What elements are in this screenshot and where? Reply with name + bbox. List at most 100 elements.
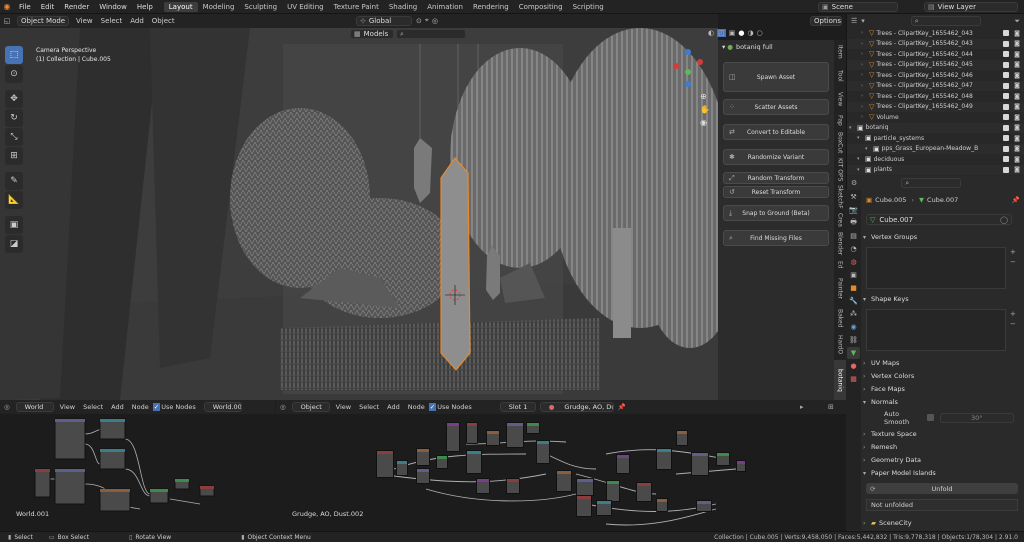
- constraints-tab-icon[interactable]: ⛓: [847, 334, 860, 346]
- tool-tab-icon[interactable]: ⚒: [847, 191, 860, 203]
- options-dropdown[interactable]: Options: [810, 16, 842, 26]
- shader-node[interactable]: [616, 454, 630, 474]
- shader-node[interactable]: [376, 450, 394, 478]
- exclude-checkbox[interactable]: [1003, 103, 1009, 110]
- outliner-row[interactable]: › ▽ Trees - ClipartKey_1655462_049 ◙: [847, 101, 1024, 112]
- slot-dropdown[interactable]: Slot 1: [499, 402, 536, 412]
- properties-search[interactable]: ⌕: [901, 178, 962, 188]
- render-tab-icon[interactable]: 📷: [847, 204, 860, 216]
- use-nodes-checkbox[interactable]: ✓: [428, 403, 437, 411]
- properties-editor-icon[interactable]: ⚙: [851, 179, 857, 187]
- scene-tab-icon[interactable]: ◔: [847, 243, 860, 255]
- expand-arrow-icon[interactable]: ›: [861, 83, 869, 89]
- render-visibility-icon[interactable]: ◙: [1014, 135, 1020, 142]
- shape-keys-list[interactable]: [866, 309, 1006, 351]
- world-node-editor[interactable]: ◎ World View Select Add Node ✓ Use Nodes…: [0, 400, 275, 531]
- exclude-checkbox[interactable]: [1003, 135, 1009, 142]
- vp-menu-view[interactable]: View: [72, 17, 97, 25]
- modifier-tab-icon[interactable]: 🔧: [847, 295, 860, 307]
- view-options-icon[interactable]: ⊞: [828, 403, 834, 411]
- shader-node[interactable]: [506, 478, 520, 494]
- exclude-checkbox[interactable]: [1003, 124, 1009, 131]
- material-datablock-field[interactable]: ● Grudge, AO, Dust.002: [539, 402, 614, 412]
- shader-node[interactable]: [691, 452, 709, 476]
- visibility-icon[interactable]: ◐: [708, 29, 714, 37]
- exclude-checkbox[interactable]: [1003, 30, 1009, 37]
- face-maps-header[interactable]: › Face Maps: [863, 383, 1022, 395]
- shader-node[interactable]: [416, 468, 430, 484]
- tab-sketchfab[interactable]: SketchF: [834, 184, 846, 210]
- outliner-row[interactable]: › ▽ Volume ◙: [847, 112, 1024, 123]
- shader-node[interactable]: [596, 500, 612, 516]
- tab-uv-editing[interactable]: UV Editing: [282, 2, 329, 12]
- material-tab-icon[interactable]: ●: [847, 360, 860, 372]
- scenecity-header[interactable]: › ▰ SceneCity: [863, 517, 1022, 529]
- tab-rendering[interactable]: Rendering: [468, 2, 514, 12]
- shader-node[interactable]: [606, 480, 620, 502]
- tab-texture-paint[interactable]: Texture Paint: [329, 2, 384, 12]
- display-mode-icon[interactable]: ▾: [861, 17, 865, 25]
- find-missing-button[interactable]: ⌕ Find Missing Files: [723, 230, 829, 246]
- shader-node[interactable]: [716, 452, 730, 466]
- transform-tool-icon[interactable]: ⊞: [5, 147, 23, 165]
- zoom-icon[interactable]: ⊕: [700, 92, 710, 101]
- shader-node[interactable]: [576, 495, 592, 517]
- exclude-checkbox[interactable]: [1003, 93, 1009, 100]
- rendered-shading-icon[interactable]: ○: [757, 29, 763, 37]
- expand-arrow-icon[interactable]: ›: [861, 30, 869, 36]
- shader-node[interactable]: [676, 430, 688, 446]
- annotate-tool-icon[interactable]: ✎: [5, 172, 23, 190]
- add-group-icon[interactable]: +: [1010, 248, 1016, 256]
- editor-type-icon[interactable]: ◱: [0, 17, 14, 25]
- paper-model-header[interactable]: ▾ Paper Model Islands: [863, 467, 1022, 479]
- vertex-colors-header[interactable]: › Vertex Colors: [863, 370, 1022, 382]
- tab-kitops[interactable]: KIT OPS: [834, 156, 846, 184]
- shader-node[interactable]: [506, 422, 524, 448]
- expand-arrow-icon[interactable]: ›: [861, 51, 869, 57]
- shader-node[interactable]: [416, 448, 430, 466]
- outliner-row[interactable]: › ▽ Trees - ClipartKey_1655462_043 ◙: [847, 28, 1024, 39]
- tab-shading[interactable]: Shading: [384, 2, 422, 12]
- expand-arrow-icon[interactable]: ›: [861, 62, 869, 68]
- node-right-menu-add[interactable]: Add: [383, 403, 404, 411]
- vertex-groups-header[interactable]: ▾ Vertex Groups: [863, 231, 1022, 243]
- tab-boxcut[interactable]: BoxCut: [834, 130, 846, 156]
- shader-node[interactable]: [396, 460, 408, 476]
- material-shading-icon[interactable]: ◑: [747, 29, 753, 37]
- node-editor-icon[interactable]: ◎: [0, 403, 14, 411]
- reset-transform-button[interactable]: ↺ Reset Transform: [723, 186, 829, 198]
- auto-smooth-checkbox[interactable]: [927, 414, 934, 421]
- texture-tab-icon[interactable]: ▦: [847, 373, 860, 385]
- menu-render[interactable]: Render: [59, 3, 94, 11]
- expand-arrow-icon[interactable]: ›: [861, 72, 869, 78]
- pin-icon[interactable]: 📌: [1012, 196, 1020, 204]
- outliner-editor-icon[interactable]: ☰: [851, 17, 857, 25]
- collection-dropdown[interactable]: ▦ Models: [350, 29, 394, 39]
- tab-item[interactable]: Item: [834, 40, 846, 64]
- shader-node[interactable]: [536, 440, 550, 464]
- geometry-data-header[interactable]: › Geometry Data: [863, 454, 1022, 466]
- pin-icon[interactable]: 📌: [614, 403, 630, 411]
- object-tab-icon[interactable]: ■: [847, 282, 860, 294]
- move-tool-icon[interactable]: ✥: [5, 90, 23, 108]
- shader-node[interactable]: [736, 460, 746, 472]
- sidebar-toggle-icon[interactable]: ▸: [800, 403, 804, 411]
- random-transform-button[interactable]: ⤢ Random Transform: [723, 172, 829, 184]
- render-visibility-icon[interactable]: ◙: [1014, 114, 1020, 121]
- tab-sculpting[interactable]: Sculpting: [239, 2, 282, 12]
- normals-header[interactable]: ▾ Normals: [863, 396, 1022, 408]
- render-visibility-icon[interactable]: ◙: [1014, 72, 1020, 79]
- add-shape-key-icon[interactable]: +: [1010, 310, 1016, 318]
- tab-modeling[interactable]: Modeling: [198, 2, 240, 12]
- tab-view[interactable]: View: [834, 88, 846, 110]
- exclude-checkbox[interactable]: [1003, 82, 1009, 89]
- exclude-checkbox[interactable]: [1003, 156, 1009, 163]
- tab-blender[interactable]: Blender: [834, 230, 846, 258]
- pan-icon[interactable]: ✋: [700, 105, 710, 114]
- add-plane-tool-icon[interactable]: ◪: [5, 235, 23, 253]
- uv-maps-header[interactable]: › UV Maps: [863, 357, 1022, 369]
- vp-menu-select[interactable]: Select: [97, 17, 127, 25]
- view-layer-tab-icon[interactable]: ▤: [847, 230, 860, 242]
- proportional-edit-icon[interactable]: ◎: [432, 17, 438, 25]
- node-right-menu-view[interactable]: View: [332, 403, 355, 411]
